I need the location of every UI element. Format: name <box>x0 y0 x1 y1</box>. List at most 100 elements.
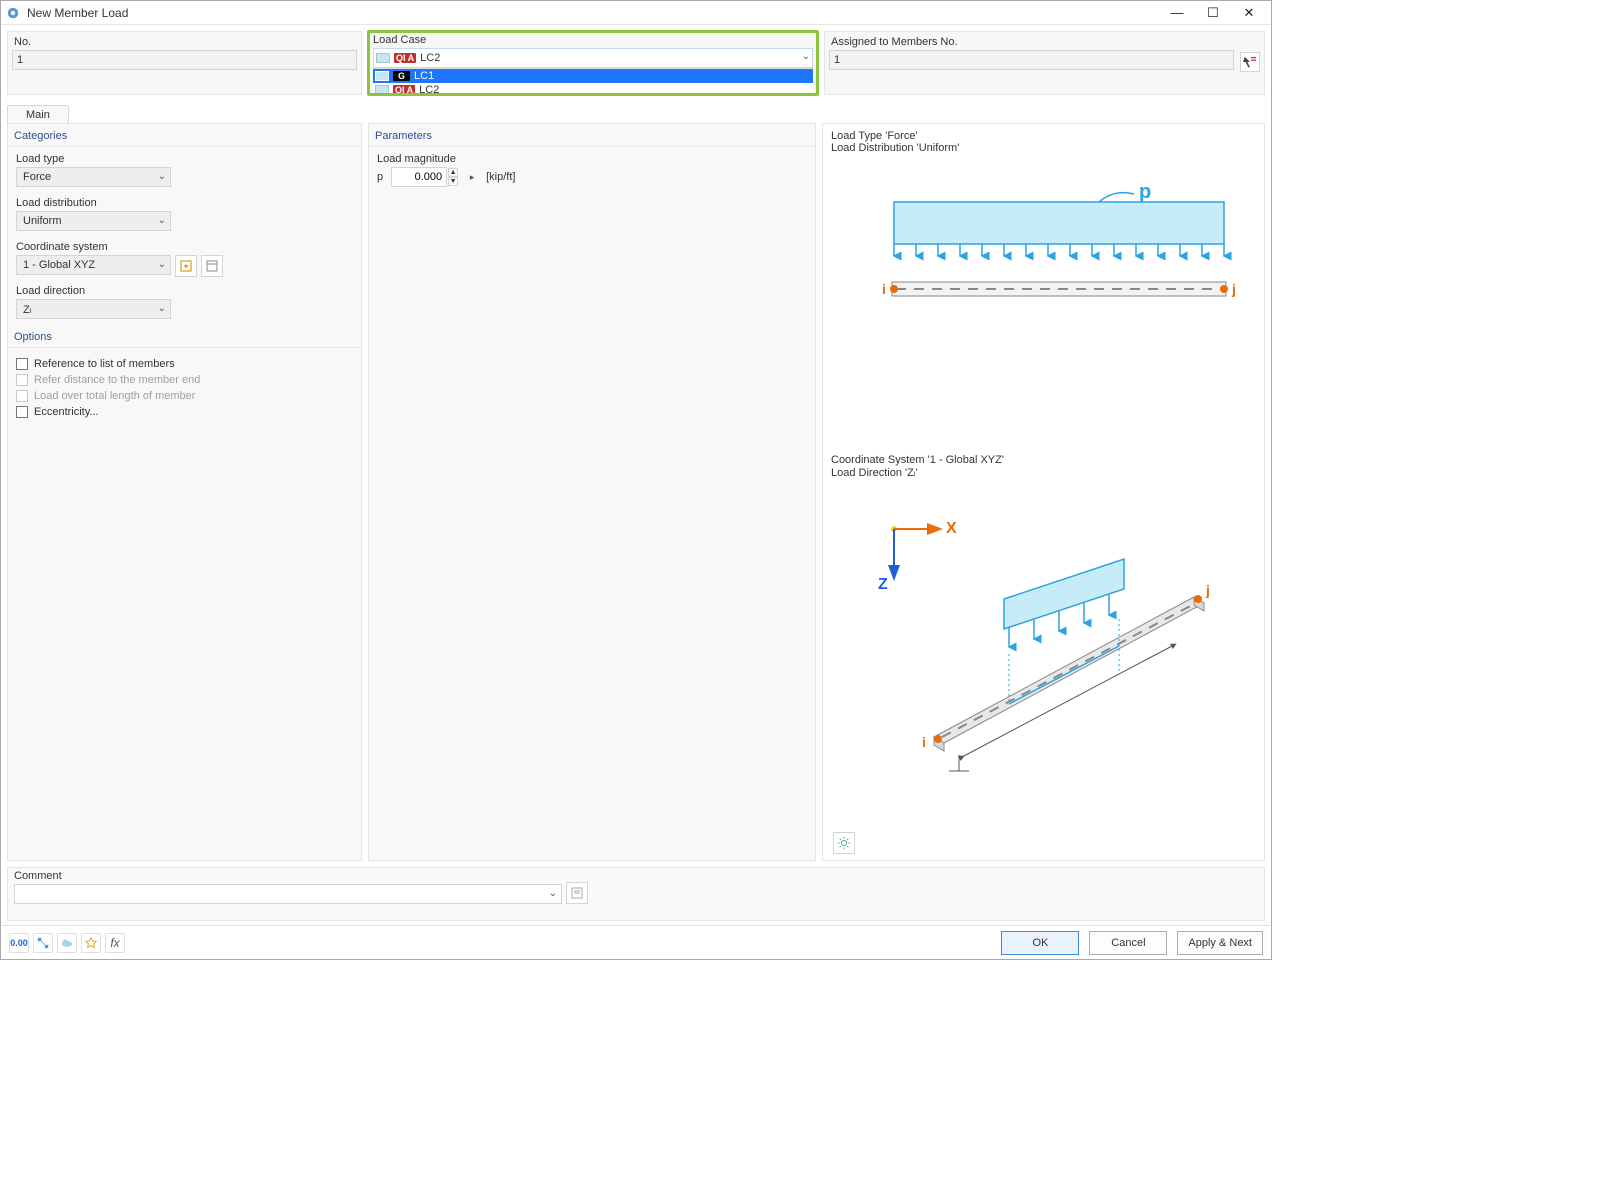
apply-next-button[interactable]: Apply & Next <box>1177 931 1263 955</box>
load-case-dropdown-list: G LC1 QI A LC2 <box>373 68 813 97</box>
p-input[interactable] <box>391 167 447 187</box>
middle-column: Parameters Load magnitude p ▲▼ ▸ [kip/ft… <box>368 123 816 861</box>
preview-settings-button[interactable] <box>833 832 855 854</box>
spin-down-icon[interactable]: ▼ <box>448 177 458 186</box>
svg-text:j: j <box>1205 582 1210 598</box>
load-type-combo[interactable]: Force⌄ <box>16 167 171 187</box>
lc-option-label: LC1 <box>414 70 434 82</box>
load-dist-combo[interactable]: Uniform ⌄ <box>16 211 171 231</box>
lc-tag: QI A <box>394 53 416 63</box>
bottom-bar: 0.00 fx OK Cancel Apply & Next <box>1 925 1271 959</box>
tool-fav-button[interactable] <box>81 933 101 953</box>
load-dist-value: Uniform <box>23 215 62 227</box>
load-dist-label: Load distribution <box>16 197 353 209</box>
coord-value: 1 - Global XYZ <box>23 259 95 271</box>
assigned-input[interactable] <box>829 50 1234 70</box>
select-members-button[interactable] <box>1240 52 1260 72</box>
left-column: Categories Load type Force⌄ Load distrib… <box>7 123 362 861</box>
tool-fx-button[interactable]: fx <box>105 933 125 953</box>
p-spinner[interactable]: ▲▼ <box>391 167 458 187</box>
window-title: New Member Load <box>27 6 1159 20</box>
checkbox-icon <box>16 390 28 402</box>
no-label: No. <box>12 34 357 50</box>
library-icon <box>206 260 218 272</box>
unit-list-button[interactable]: ▸ <box>468 167 476 187</box>
opt-ref-list[interactable]: Reference to list of members <box>16 358 353 370</box>
lc-tag: G <box>393 71 410 81</box>
tool-cloud-button[interactable] <box>57 933 77 953</box>
tab-main[interactable]: Main <box>7 105 69 123</box>
lc-swatch <box>375 85 389 95</box>
cloud-icon <box>60 936 74 950</box>
chevron-down-icon: ⌄ <box>802 51 810 62</box>
close-button[interactable]: ✕ <box>1231 2 1267 24</box>
assigned-panel: Assigned to Members No. <box>824 31 1265 95</box>
parameters-header: Parameters <box>369 124 815 147</box>
dir-value: Zₗ <box>23 303 32 316</box>
p-label: p <box>1139 184 1151 203</box>
categories-header: Categories <box>8 124 361 147</box>
preview-line3: Coordinate System '1 - Global XYZ' <box>831 454 1256 466</box>
svg-text:Z: Z <box>878 576 888 593</box>
title-bar: New Member Load — ☐ ✕ <box>1 1 1271 25</box>
preview-column: Load Type 'Force' Load Distribution 'Uni… <box>822 123 1265 861</box>
mag-label: Load magnitude <box>377 153 807 165</box>
lc-option-lc2[interactable]: QI A LC2 <box>373 83 813 97</box>
cancel-button[interactable]: Cancel <box>1089 931 1167 955</box>
coord-lib-button[interactable] <box>201 255 223 277</box>
load-type-value: Force <box>23 171 51 183</box>
opt-ref-list-label: Reference to list of members <box>34 358 175 370</box>
lc-swatch <box>376 53 390 63</box>
comment-combo[interactable]: ⌄ <box>14 884 562 904</box>
svg-text:i: i <box>922 734 926 750</box>
opt-refer-dist: Refer distance to the member end <box>16 374 353 386</box>
chevron-down-icon: ⌄ <box>158 259 166 270</box>
no-panel: No. <box>7 31 362 95</box>
no-input[interactable] <box>12 50 357 70</box>
comment-panel: Comment ⌄ <box>7 867 1265 921</box>
checkbox-icon <box>16 358 28 370</box>
spin-up-icon[interactable]: ▲ <box>448 168 458 177</box>
opt-refer-dist-label: Refer distance to the member end <box>34 374 200 386</box>
app-icon <box>5 5 21 21</box>
maximize-button[interactable]: ☐ <box>1195 2 1231 24</box>
dir-label: Load direction <box>16 285 353 297</box>
preview-top-diagram: p i j <box>834 184 1254 384</box>
opt-load-total: Load over total length of member <box>16 390 353 402</box>
svg-text:✶: ✶ <box>183 262 190 271</box>
assigned-label: Assigned to Members No. <box>829 34 1260 50</box>
chevron-down-icon: ⌄ <box>158 303 166 314</box>
load-case-selected-text: LC2 <box>420 52 440 64</box>
lc-option-label: LC2 <box>419 84 439 96</box>
lc-swatch <box>375 71 389 81</box>
new-icon: ✶ <box>180 260 192 272</box>
options-header: Options <box>8 325 361 348</box>
load-case-label: Load Case <box>369 32 817 48</box>
dir-combo[interactable]: Zₗ ⌄ <box>16 299 171 319</box>
tool-units-button[interactable]: 0.00 <box>9 933 29 953</box>
minimize-button[interactable]: — <box>1159 2 1195 24</box>
p-symbol: p <box>377 171 383 183</box>
preview-line2: Load Distribution 'Uniform' <box>831 142 1256 154</box>
svg-text:i: i <box>882 281 886 297</box>
checkbox-icon <box>16 406 28 418</box>
edit-icon <box>571 887 583 899</box>
ok-button[interactable]: OK <box>1001 931 1079 955</box>
lc-option-lc1[interactable]: G LC1 <box>373 69 813 83</box>
star-icon <box>84 936 98 950</box>
opt-ecc[interactable]: Eccentricity... <box>16 406 353 418</box>
opt-ecc-label: Eccentricity... <box>34 406 99 418</box>
lc-tag: QI A <box>393 85 415 95</box>
coord-label: Coordinate system <box>16 241 353 253</box>
coord-combo[interactable]: 1 - Global XYZ ⌄ <box>16 255 171 275</box>
pick-icon <box>1243 55 1257 69</box>
preview-line1: Load Type 'Force' <box>831 130 1256 142</box>
tool-pick-button[interactable] <box>33 933 53 953</box>
load-case-combo[interactable]: QI A LC2 ⌄ <box>373 48 813 68</box>
coord-new-button[interactable]: ✶ <box>175 255 197 277</box>
preview-line4: Load Direction 'Zₗ' <box>831 466 1256 479</box>
chevron-down-icon: ⌄ <box>158 215 166 226</box>
preview-bottom-diagram: X Z i j <box>834 499 1254 799</box>
comment-label: Comment <box>14 870 602 882</box>
comment-edit-button[interactable] <box>566 882 588 904</box>
